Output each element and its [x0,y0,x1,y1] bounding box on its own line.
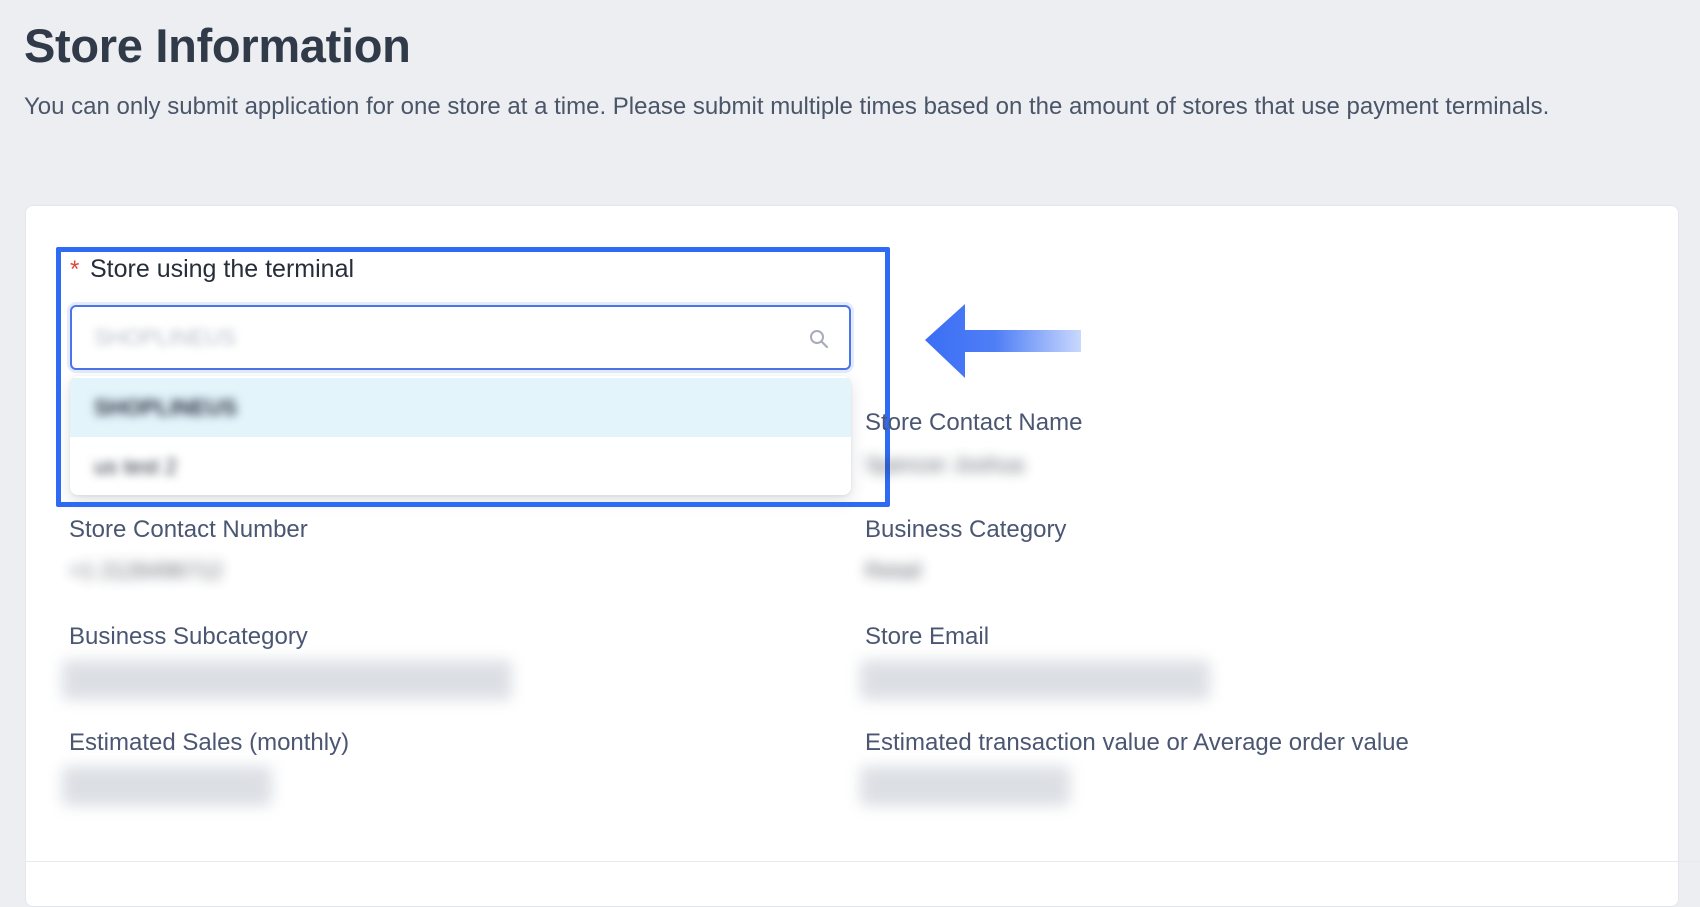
store-contact-name-value: Spencer Joshua [865,452,1024,477]
estimated-transaction-value [860,766,1070,806]
store-email-value [860,660,1210,700]
store-contact-number-value: +1 2126496712 [69,558,223,583]
business-category-value: Retail [865,558,922,583]
estimated-sales-label: Estimated Sales (monthly) [69,729,350,756]
card-divider [25,861,1700,862]
store-contact-number-label: Store Contact Number [69,516,308,543]
page-title: Store Information [24,19,411,72]
store-email-label: Store Email [865,623,990,650]
highlight-frame [56,247,890,507]
business-category-label: Business Category [865,516,1067,543]
estimated-sales-value [62,766,272,806]
business-subcategory-label: Business Subcategory [69,623,308,650]
business-subcategory-value [62,660,512,700]
store-contact-name-label: Store Contact Name [865,409,1083,436]
estimated-transaction-label: Estimated transaction value or Average o… [865,729,1409,756]
page-description: You can only submit application for one … [24,93,1550,120]
left-arrow-icon [925,304,1081,378]
